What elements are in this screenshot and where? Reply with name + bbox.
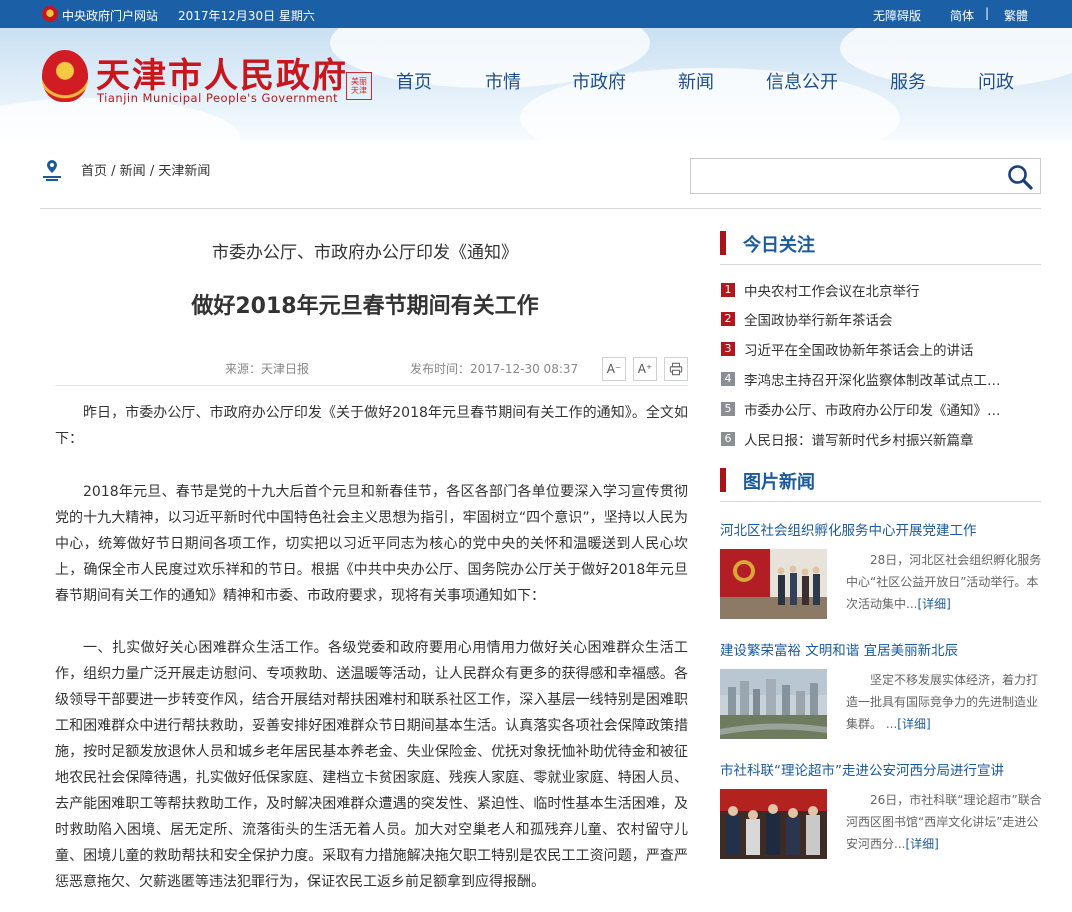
sky-cloud xyxy=(840,28,1072,88)
search-box xyxy=(690,158,1041,194)
rank-badge: 5 xyxy=(721,402,735,416)
focus-link[interactable]: 李鸿忠主持召开深化监察体制改革试点工作领导小组会议 xyxy=(744,369,1006,389)
more-link[interactable]: [详细] xyxy=(917,597,950,611)
section-marker xyxy=(720,231,726,255)
picture-news-summary: 26日，市社科联“理论超市”联合河西区图书馆“西岸文化讲坛”走进公安河西分... xyxy=(846,793,1042,851)
picture-news-heading: 图片新闻 xyxy=(743,472,815,493)
rank-badge: 6 xyxy=(721,432,735,446)
seal-stamp-icon: 美丽 天津 xyxy=(346,72,372,100)
nav-city-info[interactable]: 市情 xyxy=(485,68,521,94)
picture-news-title[interactable]: 建设繁荣富裕 文明和谐 宜居美丽新北辰 xyxy=(720,639,1041,659)
site-title-english: Tianjin Municipal People's Government xyxy=(97,91,339,105)
photo-lecture-event xyxy=(720,789,827,859)
rank-badge: 4 xyxy=(721,372,735,386)
focus-link[interactable]: 全国政协举行新年茶话会 xyxy=(744,309,1041,329)
national-emblem-icon xyxy=(42,6,58,22)
focus-link[interactable]: 习近平在全国政协新年茶话会上的讲话 xyxy=(744,339,1041,359)
font-larger-button[interactable]: A⁺ xyxy=(633,357,657,381)
nav-home[interactable]: 首页 xyxy=(396,68,432,94)
breadcrumb-separator: / xyxy=(107,164,120,179)
photo-city-skyline xyxy=(720,669,827,739)
breadcrumb-separator: / xyxy=(145,164,159,179)
font-smaller-button[interactable]: A⁻ xyxy=(602,357,626,381)
focus-link[interactable]: 人民日报：谱写新时代乡村振兴新篇章 xyxy=(744,429,1041,449)
picture-news-image[interactable] xyxy=(720,669,827,739)
focus-link[interactable]: 市委办公厅、市政府办公厅印发《通知》做好2018年元旦春节期间有关工作 xyxy=(744,399,1006,419)
search-input[interactable] xyxy=(697,163,997,189)
article-source: 来源：天津日报 xyxy=(225,362,310,376)
picture-news-title[interactable]: 市社科联“理论超市”走进公安河西分局进行宣讲 xyxy=(720,759,1041,779)
search-icon[interactable] xyxy=(1006,163,1034,191)
location-pin-icon xyxy=(43,160,61,181)
print-button[interactable] xyxy=(664,357,688,381)
national-emblem-logo[interactable] xyxy=(42,50,88,102)
site-title[interactable]: 天津市人民政府 xyxy=(96,48,348,97)
photo-meeting-room xyxy=(720,549,827,619)
nav-government[interactable]: 市政府 xyxy=(572,68,626,94)
current-date: 2017年12月30日 星期六 xyxy=(178,9,315,23)
header-divider xyxy=(40,208,1041,209)
picture-news-description: 坚定不移发展实体经济，着力打造一批具有国际竞争力的先进制造业集群。 ...[详细… xyxy=(846,669,1042,735)
focus-link[interactable]: 中央农村工作会议在北京举行 xyxy=(744,280,1041,300)
language-separator: | xyxy=(985,6,990,20)
article-paragraph: 一、扎实做好关心困难群众生活工作。各级党委和政府要用心用情用力做好关心困难群众生… xyxy=(55,640,688,890)
nav-news[interactable]: 新闻 xyxy=(678,68,714,94)
rank-badge: 3 xyxy=(721,342,735,356)
nav-info-disclosure[interactable]: 信息公开 xyxy=(766,68,838,94)
more-link[interactable]: [详细] xyxy=(897,717,930,731)
more-link[interactable]: [详细] xyxy=(905,837,938,851)
picture-news-image[interactable] xyxy=(720,789,827,859)
focus-heading: 今日关注 xyxy=(743,235,815,256)
focus-divider xyxy=(720,264,1041,265)
picture-news-divider xyxy=(720,501,1041,502)
site-header: 天津市人民政府 Tianjin Municipal People's Gover… xyxy=(0,28,1072,140)
traditional-chinese-link[interactable]: 繁體 xyxy=(1004,7,1028,24)
article-publish-time: 发布时间：2017-12-30 08:37 xyxy=(410,362,579,376)
nav-inquiry[interactable]: 问政 xyxy=(978,68,1014,94)
rank-badge: 2 xyxy=(721,312,735,326)
picture-news-summary: 坚定不移发展实体经济，着力打造一批具有国际竞争力的先进制造业集群。 ... xyxy=(846,673,1039,731)
nav-services[interactable]: 服务 xyxy=(890,68,926,94)
section-marker xyxy=(720,468,726,492)
picture-news-image[interactable] xyxy=(720,549,827,619)
rank-badge: 1 xyxy=(721,283,735,297)
breadcrumb-home[interactable]: 首页 xyxy=(81,164,107,179)
breadcrumb: 首页 / 新闻 / 天津新闻 xyxy=(81,160,210,179)
meta-divider xyxy=(55,385,688,386)
breadcrumb-news[interactable]: 新闻 xyxy=(120,164,146,179)
picture-news-description: 26日，市社科联“理论超市”联合河西区图书馆“西岸文化讲坛”走进公安河西分...… xyxy=(846,789,1042,855)
article-title: 做好2018年元旦春节期间有关工作 xyxy=(191,294,539,319)
article-subtitle: 市委办公厅、市政府办公厅印发《通知》 xyxy=(212,243,518,263)
article-paragraph: 2018年元旦、春节是党的十九大后首个元旦和新春佳节，各区各部门各单位要深入学习… xyxy=(55,484,688,604)
printer-icon xyxy=(669,362,683,376)
accessibility-link[interactable]: 无障碍版 xyxy=(873,7,921,24)
picture-news-description: 28日，河北区社会组织孵化服务中心“社区公益开放日”活动举行。本次活动集中...… xyxy=(846,549,1042,615)
central-portal-link[interactable]: 中央政府门户网站 xyxy=(62,7,158,24)
article-paragraph: 昨日，市委办公厅、市政府办公厅印发《关于做好2018年元旦春节期间有关工作的通知… xyxy=(55,405,688,447)
top-bar: 中央政府门户网站 2017年12月30日 星期六 无障碍版 简体 | 繁體 xyxy=(0,0,1072,28)
simplified-chinese-link[interactable]: 简体 xyxy=(950,7,974,24)
picture-news-title[interactable]: 河北区社会组织孵化服务中心开展党建工作 xyxy=(720,519,1041,539)
breadcrumb-current[interactable]: 天津新闻 xyxy=(158,164,210,179)
